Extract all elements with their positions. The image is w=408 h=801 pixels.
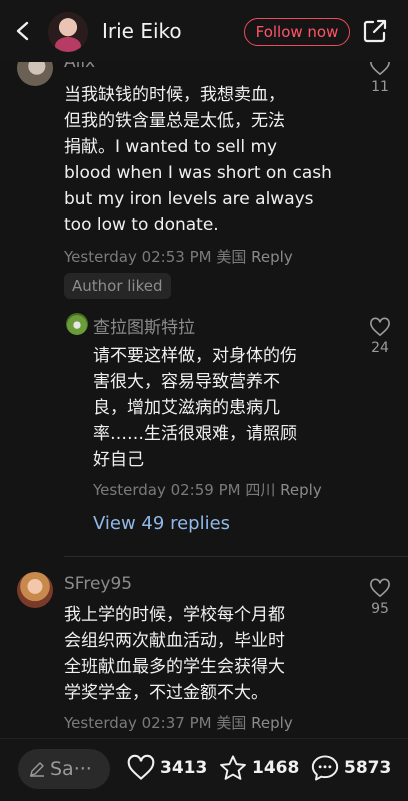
like-count: 3413 [160,757,208,778]
comment-count: 5873 [344,758,392,778]
author-liked-badge: Author liked [64,273,171,299]
back-button[interactable] [10,18,36,44]
comment-line: but my iron levels are always [64,189,314,209]
avatar[interactable] [17,62,53,86]
comment-line: 全班献血最多的学生会获得大 [64,657,285,677]
like-post-button[interactable]: 3413 [126,754,207,781]
bottom-action-bar: Sa··· 3413 1468 5873 [0,738,408,801]
comment-meta: Yesterday 02:53 PM 美国 Reply [64,246,293,267]
comment-line: 请不要这样做，对身体的伤 [93,346,297,366]
avatar[interactable] [17,572,53,608]
comment-location: 美国 [216,714,247,732]
comment-author[interactable]: SFrey95 [64,574,132,594]
profile-avatar[interactable] [48,12,88,52]
comment-line: 我上学的时候，学校每个月都 [64,605,285,625]
like-button[interactable]: 11 [364,62,396,95]
comment-line: 会组织两次献血活动，毕业时 [64,631,285,651]
reply-button[interactable]: Reply [251,248,293,266]
share-button[interactable] [362,18,388,44]
comment-line: 害很大，容易导致营养不 [93,372,280,392]
comment-meta: Yesterday 02:37 PM 美国 Reply [64,712,293,733]
heart-icon [370,62,390,76]
comment-author[interactable]: Alix [64,62,95,72]
heart-icon [370,317,390,337]
profile-name[interactable]: Irie Eiko [102,19,182,43]
view-replies-link[interactable]: View 49 replies [93,513,230,534]
comment-time: Yesterday 02:59 PM [93,481,241,499]
comments-button[interactable]: 5873 [310,754,391,782]
comment-time: Yesterday 02:53 PM [64,248,212,266]
comment-line: 率……生活很艰难，请照顾 [93,424,297,444]
reply-button[interactable]: Reply [251,714,293,732]
comment-meta: Yesterday 02:59 PM 四川 Reply [93,479,322,500]
top-bar: Irie Eiko Follow now [0,0,408,62]
favorite-button[interactable]: 1468 [218,754,299,782]
chevron-left-icon [16,21,29,41]
star-icon [220,755,246,780]
comment-line: too low to donate. [64,215,219,235]
reply-button[interactable]: Reply [280,481,322,499]
like-count: 95 [371,601,389,617]
follow-button[interactable]: Follow now [244,18,350,46]
comment-bubble-icon [311,755,339,781]
comment-line: 良，增加艾滋病的患病几 [93,398,280,418]
like-button[interactable]: 95 [364,578,396,617]
comment-text: 当我缺钱的时候，我想卖血， 但我的铁含量总是太低，无法 捐献。I wanted … [64,82,354,238]
avatar[interactable] [66,313,88,335]
comment-line: blood when I was short on cash [64,163,332,183]
comment-line: 当我缺钱的时候，我想卖血， [64,85,285,105]
like-button[interactable]: 24 [364,317,396,356]
comment-line: 学奖学金，不过金额不大。 [64,683,268,703]
comment-input[interactable]: Sa··· [18,749,110,789]
comment-list[interactable]: Alix 11 当我缺钱的时候，我想卖血， 但我的铁含量总是太低，无法 捐献。I… [0,62,408,738]
like-count: 11 [371,79,389,95]
comment-author[interactable]: 查拉图斯特拉 [93,313,195,338]
comment-location: 美国 [216,248,247,266]
comment-text: 我上学的时候，学校每个月都 会组织两次献血活动，毕业时 全班献血最多的学生会获得… [64,602,356,706]
comment-line: 但我的铁含量总是太低，无法 [64,111,285,131]
divider [64,556,408,557]
pencil-icon [30,762,44,777]
share-icon [363,19,387,43]
heart-icon [127,754,155,780]
favorite-count: 1468 [252,758,300,778]
comment-location: 四川 [245,481,276,499]
comment-time: Yesterday 02:37 PM [64,714,212,732]
like-count: 24 [371,340,389,356]
heart-icon [370,578,390,598]
comment-line: 好自己 [93,450,144,470]
comment-input-placeholder: Sa··· [50,758,92,780]
comment-line: 捐献。I wanted to sell my [64,137,278,157]
comment-text: 请不要这样做，对身体的伤 害很大，容易导致营养不 良，增加艾滋病的患病几 率……… [93,343,358,473]
